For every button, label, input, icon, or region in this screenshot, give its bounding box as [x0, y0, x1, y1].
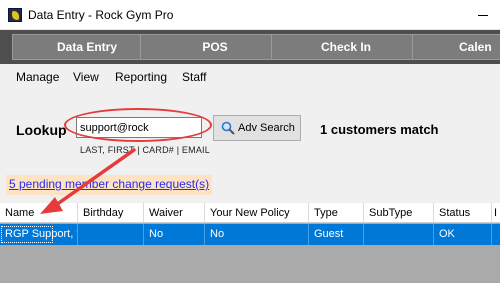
- module-nav-bar: Data Entry POS Check In Calen: [0, 30, 500, 64]
- column-header-subtype[interactable]: SubType: [364, 203, 434, 223]
- nav-calendar-button[interactable]: Calen: [412, 34, 500, 60]
- nav-check-in-button[interactable]: Check In: [271, 34, 421, 60]
- menu-manage[interactable]: Manage: [16, 70, 59, 84]
- app-logo-icon: [8, 8, 22, 22]
- menu-reporting[interactable]: Reporting: [115, 70, 167, 84]
- cell-birthday[interactable]: [78, 224, 144, 245]
- lookup-search-input[interactable]: [76, 117, 202, 138]
- cell-name[interactable]: RGP Support, *: [0, 224, 78, 245]
- menu-staff[interactable]: Staff: [182, 70, 206, 84]
- adv-search-label: Adv Search: [238, 122, 295, 134]
- menu-bar: Manage View Reporting Staff: [0, 64, 500, 88]
- lookup-label: Lookup: [16, 122, 67, 138]
- column-header-waiver[interactable]: Waiver: [144, 203, 205, 223]
- cell-subtype[interactable]: [364, 224, 434, 245]
- column-header-type[interactable]: Type: [309, 203, 364, 223]
- grid-header: Name Birthday Waiver Your New Policy Typ…: [0, 203, 500, 223]
- column-header-birthday[interactable]: Birthday: [78, 203, 144, 223]
- adv-search-button[interactable]: Adv Search: [213, 115, 301, 141]
- results-grid: Name Birthday Waiver Your New Policy Typ…: [0, 203, 500, 283]
- title-bar: Data Entry - Rock Gym Pro: [0, 0, 500, 30]
- magnifier-icon: [221, 121, 235, 135]
- cell-type[interactable]: Guest: [309, 224, 364, 245]
- minimize-button[interactable]: [462, 0, 500, 30]
- cell-policy[interactable]: No: [205, 224, 309, 245]
- column-header-status[interactable]: Status: [434, 203, 492, 223]
- window-title: Data Entry - Rock Gym Pro: [28, 8, 174, 22]
- match-count-text: 1 customers match: [320, 122, 439, 137]
- cell-next[interactable]: [492, 224, 500, 245]
- table-row[interactable]: RGP Support, * No No Guest OK: [0, 224, 500, 245]
- column-header-name[interactable]: Name: [0, 203, 78, 223]
- cell-status[interactable]: OK: [434, 224, 492, 245]
- column-header-next[interactable]: I: [492, 203, 500, 223]
- pending-requests-link[interactable]: 5 pending member change request(s): [6, 175, 213, 195]
- cell-waiver[interactable]: No: [144, 224, 205, 245]
- column-header-policy[interactable]: Your New Policy: [205, 203, 309, 223]
- menu-view[interactable]: View: [73, 70, 99, 84]
- nav-pos-button[interactable]: POS: [140, 34, 290, 60]
- lookup-format-hint: LAST, FIRST | CARD# | EMAIL: [80, 145, 210, 155]
